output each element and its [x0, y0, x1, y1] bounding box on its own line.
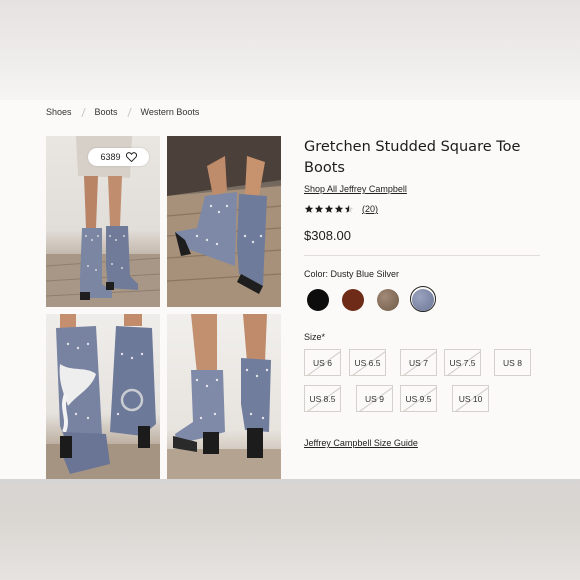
shop-all-brand-link[interactable]: Shop All Jeffrey Campbell: [304, 184, 407, 194]
blurred-background-top: [0, 0, 580, 100]
size-option-us-9-5[interactable]: US 9.5: [400, 385, 437, 412]
breadcrumb-separator: [126, 107, 132, 117]
boots-tied-scarf-illustration: [46, 314, 160, 479]
size-option-us-10[interactable]: US 10: [452, 385, 489, 412]
size-option-us-7-5[interactable]: US 7.5: [444, 349, 481, 376]
star-icon: [324, 204, 334, 213]
product-image-4[interactable]: [167, 314, 281, 479]
blurred-background-bottom: [0, 479, 580, 580]
size-option-us-8[interactable]: US 8: [494, 349, 531, 376]
color-label: Color: Dusty Blue Silver: [304, 269, 400, 279]
boots-side-wooden-floor-illustration: [167, 136, 281, 307]
boots-worn-back-illustration: [167, 314, 281, 479]
size-option-us-9[interactable]: US 9: [356, 385, 393, 412]
star-icon: [304, 204, 314, 213]
product-title: Gretchen Studded Square Toe Boots: [304, 139, 521, 176]
review-count-link[interactable]: (20): [362, 204, 378, 214]
breadcrumb-boots[interactable]: Boots: [95, 107, 118, 117]
likes-badge[interactable]: 6389: [88, 148, 149, 166]
size-option-us-7[interactable]: US 7: [400, 349, 437, 376]
product-image-2[interactable]: [167, 136, 281, 307]
breadcrumb-separator: [80, 107, 86, 117]
breadcrumb-western-boots[interactable]: Western Boots: [141, 107, 200, 117]
section-divider: [304, 255, 540, 256]
star-icon: [334, 204, 344, 213]
likes-count: 6389: [100, 152, 121, 162]
product-price: $308.00: [304, 228, 351, 243]
breadcrumb-shoes[interactable]: Shoes: [46, 107, 72, 117]
product-rating[interactable]: (20): [304, 204, 378, 214]
size-option-us-6-5[interactable]: US 6.5: [349, 349, 386, 376]
color-swatch-taupe[interactable]: [377, 289, 399, 311]
breadcrumb: Shoes Boots Western Boots: [46, 105, 199, 119]
rating-stars: [304, 204, 354, 214]
size-guide-link[interactable]: Jeffrey Campbell Size Guide: [304, 438, 418, 448]
star-icon: [344, 204, 354, 213]
product-image-3[interactable]: [46, 314, 160, 479]
size-option-us-8-5[interactable]: US 8.5: [304, 385, 341, 412]
color-swatch-black[interactable]: [307, 289, 329, 311]
star-icon: [314, 204, 324, 213]
size-label: Size*: [304, 332, 326, 342]
size-option-us-6[interactable]: US 6: [304, 349, 341, 376]
color-swatch-brown[interactable]: [342, 289, 364, 311]
heart-icon: [125, 152, 137, 162]
color-swatch-dusty-blue[interactable]: [412, 289, 434, 311]
